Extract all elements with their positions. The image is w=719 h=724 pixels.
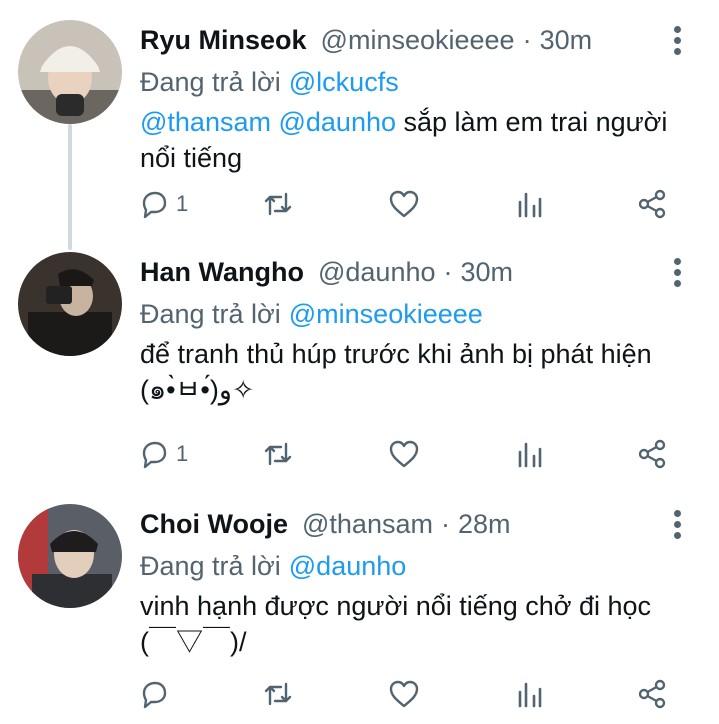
display-name[interactable]: Han Wangho — [140, 257, 304, 288]
timestamp[interactable]: 30m — [540, 25, 593, 56]
tweet[interactable]: Choi Wooje @thansam · 28m Đang trả lời @… — [0, 504, 719, 724]
replying-to-label: Đang trả lời — [140, 66, 281, 97]
share-button[interactable] — [636, 184, 668, 224]
avatar-image — [18, 20, 122, 124]
retweet-button[interactable] — [262, 674, 294, 714]
share-icon — [638, 439, 666, 469]
replying-to-label: Đang trả lời — [140, 550, 281, 581]
mention-link[interactable]: @thansam — [140, 107, 271, 137]
like-icon — [389, 440, 419, 468]
replying-to-label: Đang trả lời — [140, 298, 281, 329]
timestamp[interactable]: 30m — [461, 257, 514, 288]
share-button[interactable] — [636, 434, 668, 474]
like-button[interactable] — [388, 674, 420, 714]
tweet-text-line: (￣▽￣)/ — [140, 627, 247, 657]
avatar[interactable] — [18, 20, 122, 124]
share-button[interactable] — [636, 674, 668, 714]
replying-to-mention[interactable]: @daunho — [289, 551, 407, 582]
replying-to-mention[interactable]: @lckucfs — [289, 67, 399, 98]
mention-link[interactable]: @daunho — [278, 107, 396, 137]
display-name[interactable]: Choi Wooje — [140, 509, 288, 540]
tweet[interactable]: Ryu Minseok @minseokieeee · 30m Đang trả… — [0, 20, 719, 250]
more-icon[interactable] — [666, 252, 688, 292]
like-button[interactable] — [388, 184, 420, 224]
more-icon[interactable] — [666, 504, 688, 544]
tweet-text-line: nổi tiếng — [140, 143, 243, 173]
share-icon — [638, 679, 666, 709]
retweet-button[interactable] — [262, 184, 294, 224]
reply-icon — [142, 191, 167, 219]
like-icon — [389, 680, 419, 708]
tweet-text-line: để tranh thủ húp trước khi ảnh bị phát h… — [140, 339, 652, 369]
user-handle[interactable]: @minseokieeee — [321, 25, 515, 56]
separator-dot: · — [443, 256, 453, 287]
avatar[interactable] — [18, 252, 122, 356]
tweet-text-line: sắp làm em trai người — [403, 107, 668, 137]
tweet-text-line: (๑•̀ㅂ•́)و✧ — [140, 375, 255, 405]
retweet-icon — [264, 442, 292, 466]
reply-count: 1 — [176, 191, 189, 216]
tweet-text: vinh hạnh được người nổi tiếng chở đi họ… — [140, 588, 700, 660]
tweet-text-line: vinh hạnh được người nổi tiếng chở đi họ… — [140, 591, 652, 621]
retweet-icon — [264, 192, 292, 216]
like-icon — [389, 190, 419, 218]
tweet-text: @thansam @daunho sắp làm em trai người n… — [140, 104, 700, 176]
user-handle[interactable]: @thansam — [302, 509, 433, 540]
tweet[interactable]: Han Wangho @daunho · 30m Đang trả lời @m… — [0, 252, 719, 482]
reply-button[interactable]: 1 — [138, 434, 188, 474]
avatar-image — [18, 504, 122, 608]
more-icon[interactable] — [666, 20, 688, 60]
retweet-icon — [264, 682, 292, 706]
reply-button[interactable]: 1 — [138, 184, 188, 224]
share-icon — [638, 189, 666, 219]
display-name[interactable]: Ryu Minseok — [140, 25, 307, 56]
timestamp[interactable]: 28m — [458, 509, 511, 540]
analytics-button[interactable] — [514, 674, 546, 714]
reply-button[interactable] — [138, 674, 176, 714]
user-handle[interactable]: @daunho — [318, 257, 436, 288]
analytics-icon — [518, 442, 542, 468]
replying-to-mention[interactable]: @minseokieeee — [289, 299, 483, 330]
reply-icon — [142, 681, 167, 709]
avatar-image — [18, 252, 122, 356]
separator-dot: · — [522, 24, 532, 55]
avatar[interactable] — [18, 504, 122, 608]
reply-icon — [142, 441, 167, 469]
analytics-button[interactable] — [514, 184, 546, 224]
thread-line — [68, 124, 72, 250]
separator-dot: · — [440, 508, 450, 539]
analytics-icon — [518, 192, 542, 218]
reply-count: 1 — [176, 441, 189, 466]
analytics-button[interactable] — [514, 434, 546, 474]
like-button[interactable] — [388, 434, 420, 474]
retweet-button[interactable] — [262, 434, 294, 474]
analytics-icon — [518, 682, 542, 708]
tweet-text: để tranh thủ húp trước khi ảnh bị phát h… — [140, 336, 700, 408]
